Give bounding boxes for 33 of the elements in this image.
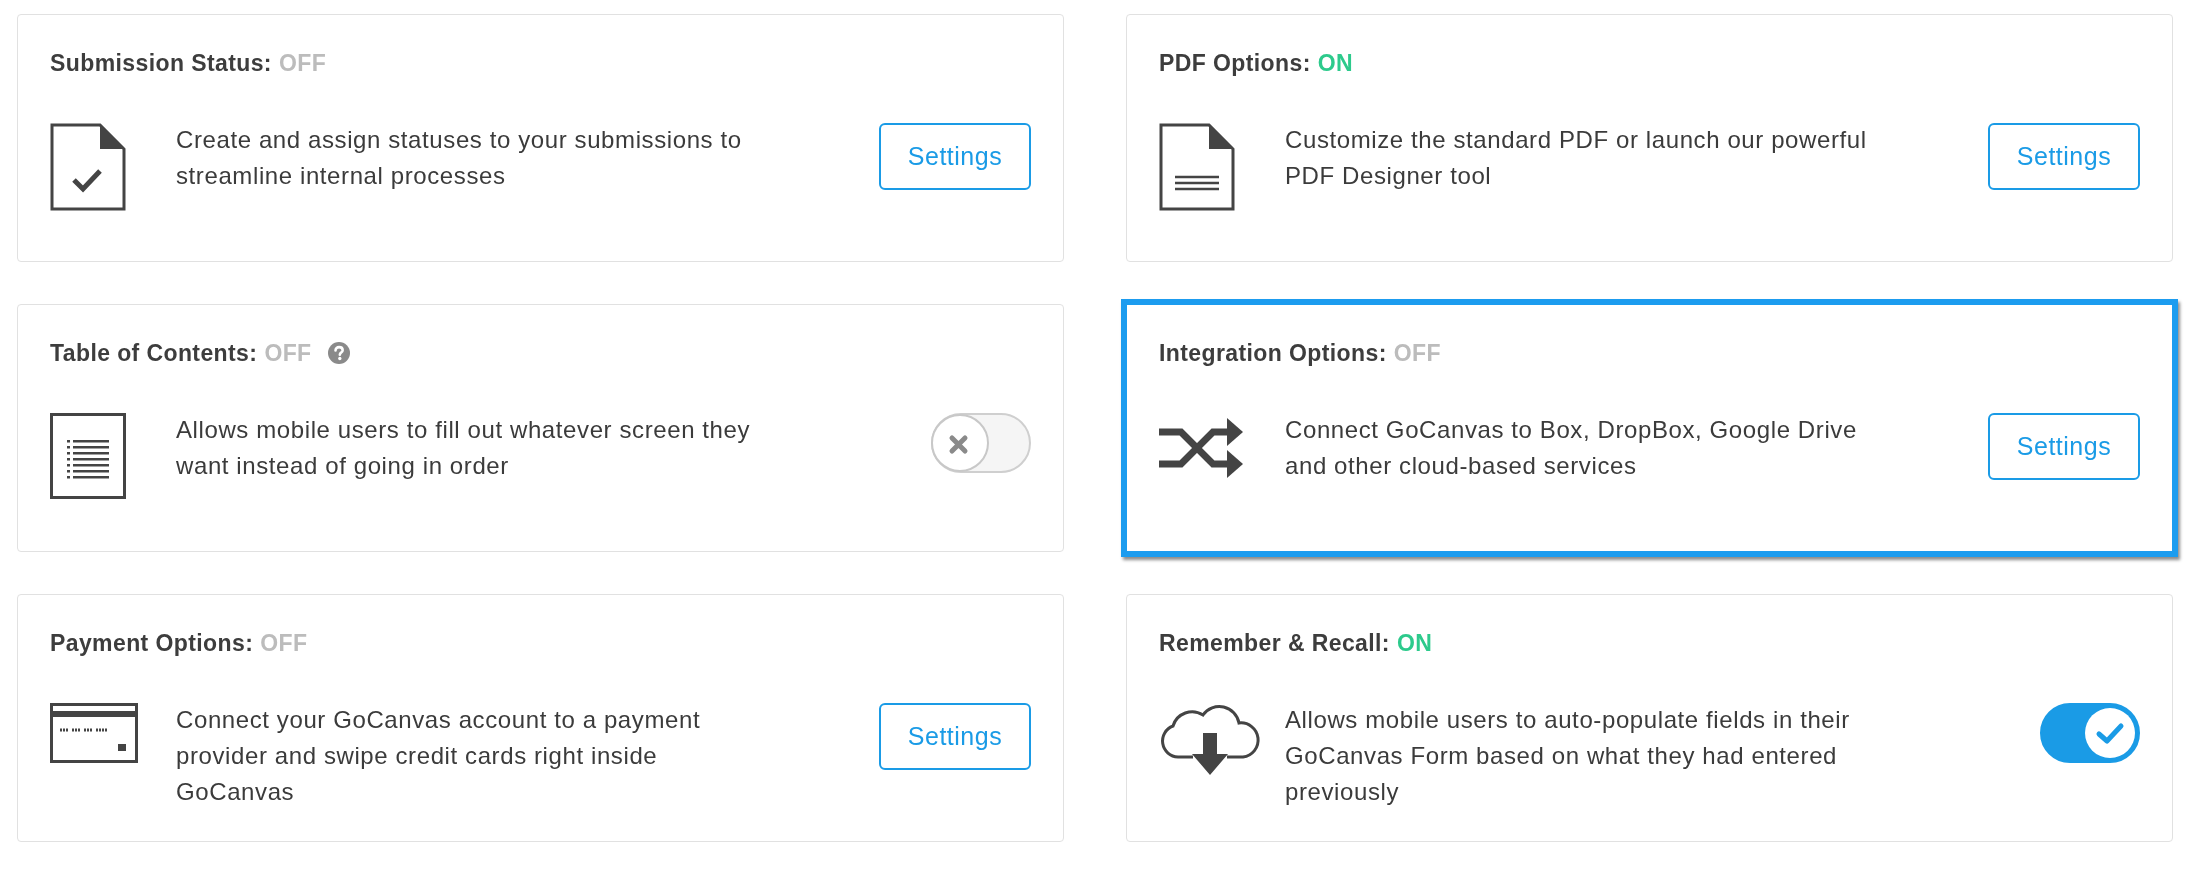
- card-description: Allows mobile users to auto-populate fields in their GoCanvas Form based on what they had entered previously: [1285, 705, 1851, 807]
- list-icon: [50, 413, 126, 499]
- toggle-switch[interactable]: [931, 413, 1031, 473]
- credit-card-icon: [50, 703, 138, 763]
- cloud-download-icon: [1159, 703, 1261, 777]
- status-label: OFF: [260, 629, 308, 657]
- settings-button[interactable]: Settings: [1988, 123, 2140, 190]
- settings-button[interactable]: Settings: [879, 123, 1031, 190]
- cross-icon: [931, 414, 989, 472]
- card-description: Connect GoCanvas to Box, DropBox, Google Drive and other cloud-based services: [1285, 415, 1858, 481]
- settings-button[interactable]: Settings: [879, 703, 1031, 770]
- checkmark-icon: [2085, 708, 2135, 758]
- card-title: Submission Status:: [50, 49, 272, 77]
- shuffle-icon: [1159, 415, 1243, 481]
- status-label: OFF: [1393, 339, 1441, 367]
- document-icon: [1159, 123, 1235, 211]
- help-icon[interactable]: [327, 342, 350, 364]
- document-check-icon: [50, 123, 126, 211]
- status-label: OFF: [278, 49, 327, 77]
- card-description: Connect your GoCanvas account to a payment provider and swipe credit cards right inside GoCanvas: [176, 705, 702, 807]
- status-label: OFF: [264, 339, 312, 367]
- status-label: ON: [1317, 49, 1354, 77]
- card-title: PDF Options:: [1159, 49, 1311, 77]
- status-label: ON: [1396, 629, 1433, 657]
- card-description: Customize the standard PDF or launch our powerful PDF Designer tool: [1285, 125, 1868, 191]
- toggle-switch[interactable]: [2040, 703, 2140, 763]
- card-title: Remember & Recall:: [1159, 629, 1390, 657]
- card-title: Payment Options:: [50, 629, 254, 657]
- card-title: Integration Options:: [1159, 339, 1387, 367]
- card-description: Allows mobile users to fill out whatever screen they want instead of going in order: [176, 415, 752, 481]
- card-description: Create and assign statuses to your submissions to streamline internal processes: [176, 125, 743, 191]
- card-title: Table of Contents:: [50, 339, 258, 367]
- settings-button[interactable]: Settings: [1988, 413, 2140, 480]
